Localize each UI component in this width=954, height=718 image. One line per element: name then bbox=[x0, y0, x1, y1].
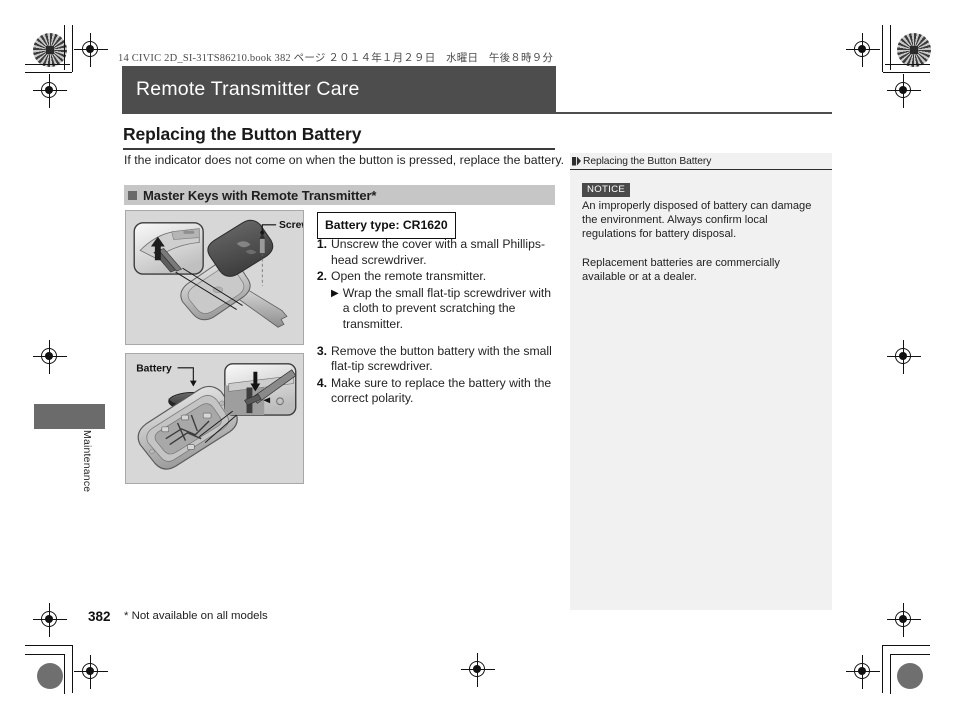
procedure-step: 2. Open the remote transmitter. bbox=[313, 269, 561, 285]
crop-line-top-right-h bbox=[885, 64, 930, 65]
figure-battery-callout-text: Battery bbox=[136, 364, 172, 375]
chapter-thumb-tab bbox=[34, 404, 105, 429]
figure-screw-callout-text: Screw bbox=[279, 220, 303, 231]
registration-target-bottom-right-inner bbox=[846, 655, 880, 689]
density-dot-bottom-right bbox=[897, 663, 923, 689]
procedure-steps-list: 1. Unscrew the cover with a small Philli… bbox=[313, 237, 561, 408]
crop-line-bottom-left-h bbox=[25, 654, 65, 655]
registration-target-top-right-inner bbox=[846, 33, 880, 67]
procedure-step: 3. Remove the button battery with the sm… bbox=[313, 344, 561, 375]
procedure-step: 1. Unscrew the cover with a small Philli… bbox=[313, 237, 561, 268]
registration-target-left-middle bbox=[33, 340, 67, 374]
density-dot-bottom-left bbox=[37, 663, 63, 689]
registration-star-mark-top-left bbox=[33, 33, 67, 67]
crop-line-bottom-right-h bbox=[890, 654, 930, 655]
crop-corner-top-right-h bbox=[883, 72, 930, 73]
crop-corner-bottom-right-v bbox=[882, 645, 883, 693]
notice-paragraph: An improperly disposed of battery can da… bbox=[582, 200, 812, 241]
step-text: Make sure to replace the battery with th… bbox=[331, 375, 552, 406]
reference-panel-header: Replacing the Button Battery bbox=[570, 153, 832, 170]
chapter-title-banner: Remote Transmitter Care bbox=[122, 66, 556, 113]
procedure-substep: ▶ Wrap the small flat-tip screwdriver wi… bbox=[331, 286, 561, 333]
steps-spacer bbox=[313, 333, 561, 344]
notice-badge: NOTICE bbox=[582, 183, 631, 197]
registration-star-mark-top-right bbox=[897, 33, 931, 67]
notice-paragraph: Replacement batteries are commercially a… bbox=[582, 256, 780, 283]
filled-square-icon bbox=[128, 190, 137, 200]
reference-panel: Replacing the Button Battery NOTICE An i… bbox=[570, 153, 832, 610]
notice-block: NOTICE An improperly disposed of battery… bbox=[570, 170, 832, 284]
crop-corner-top-right-v bbox=[882, 25, 883, 72]
notice-body: An improperly disposed of battery can da… bbox=[582, 199, 822, 284]
registration-target-left-upper bbox=[33, 74, 67, 108]
footnote-text: * Not available on all models bbox=[124, 610, 268, 622]
step-number: 3. bbox=[316, 343, 327, 358]
crop-corner-bottom-left-v bbox=[72, 645, 73, 693]
step-text: Remove the button battery with the small… bbox=[331, 343, 552, 374]
crop-corner-top-left-v bbox=[72, 25, 73, 72]
section-intro-text: If the indicator does not come on when t… bbox=[124, 153, 564, 167]
crop-line-bottom-left-v bbox=[64, 654, 65, 694]
section-heading-text: Replacing the Button Battery bbox=[123, 124, 362, 144]
step-number: 2. bbox=[316, 269, 327, 284]
procedure-step: 4. Make sure to replace the battery with… bbox=[313, 376, 561, 407]
figure-remote-transmitter-screw: Screw bbox=[125, 210, 304, 345]
section-heading-block: Replacing the Button Battery bbox=[123, 124, 555, 150]
registration-target-top-left-inner bbox=[74, 33, 108, 67]
chapter-title-rule bbox=[122, 112, 832, 114]
step-number: 4. bbox=[316, 375, 327, 390]
registration-target-right-middle bbox=[887, 340, 921, 374]
crop-corner-top-left-h bbox=[25, 72, 72, 73]
crop-line-top-left-h bbox=[25, 64, 70, 65]
chapter-title: Remote Transmitter Care bbox=[136, 78, 360, 100]
registration-target-right-lower bbox=[887, 603, 921, 637]
substep-text: Wrap the small flat-tip screwdriver with… bbox=[342, 285, 552, 331]
thumb-tab-text: Maintenance bbox=[81, 430, 93, 493]
reference-panel-title: Replacing the Button Battery bbox=[583, 155, 712, 167]
figure-button-battery-removal: Battery bbox=[125, 353, 304, 484]
page-number: 382 bbox=[88, 609, 111, 624]
triangle-bullet-icon: ▶ bbox=[331, 287, 339, 299]
double-chevron-icon bbox=[572, 156, 581, 166]
registration-target-bottom-center bbox=[461, 653, 495, 687]
registration-target-bottom-left-inner bbox=[74, 655, 108, 689]
step-text: Unscrew the cover with a small Phillips-… bbox=[331, 237, 546, 267]
registration-target-right-upper bbox=[887, 74, 921, 108]
chapter-thumb-tab-label: Maintenance bbox=[78, 430, 96, 540]
subsection-label: Master Keys with Remote Transmitter* bbox=[143, 187, 377, 203]
crop-corner-bottom-right-h bbox=[883, 645, 930, 646]
print-slug-line: 14 CIVIC 2D_SI-31TS86210.book 382 ページ ２０… bbox=[118, 53, 554, 64]
subsection-header-bar: Master Keys with Remote Transmitter* bbox=[124, 185, 555, 205]
step-number: 1. bbox=[316, 237, 327, 251]
crop-line-top-left-v bbox=[64, 25, 65, 70]
registration-target-left-lower bbox=[33, 603, 67, 637]
battery-type-callout-box: Battery type: CR1620 bbox=[317, 212, 456, 239]
step-text: Open the remote transmitter. bbox=[331, 269, 487, 284]
section-heading-rule bbox=[123, 148, 555, 150]
crop-corner-bottom-left-h bbox=[25, 645, 72, 646]
crop-line-bottom-right-v bbox=[890, 654, 891, 694]
crop-line-top-right-v bbox=[890, 25, 891, 70]
battery-type-label: Battery type: CR1620 bbox=[325, 218, 448, 232]
